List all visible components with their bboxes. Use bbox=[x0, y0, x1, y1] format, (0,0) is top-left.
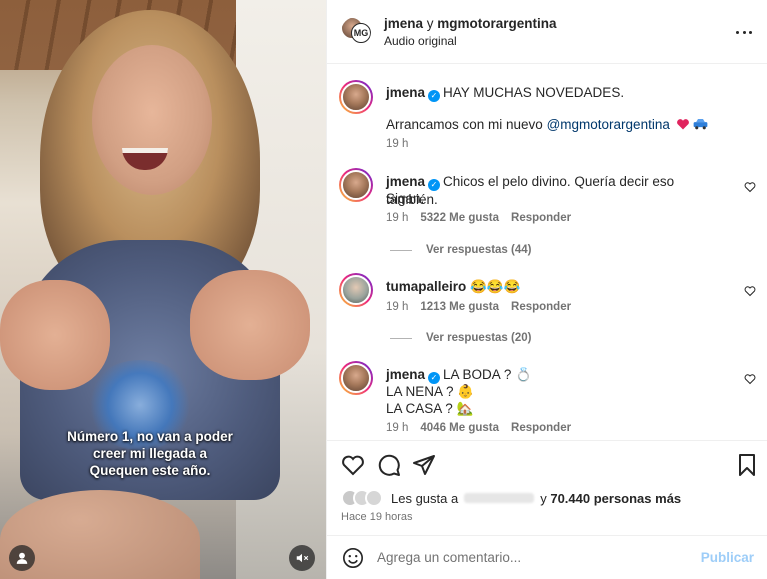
heart-icon[interactable] bbox=[744, 181, 756, 193]
post-author-avatar[interactable] bbox=[339, 80, 373, 114]
comment-text-line3: LA CASA ? 🏡 bbox=[386, 401, 474, 416]
post-line2-prefix: Arrancamos con mi nuevo bbox=[386, 117, 547, 132]
header-usernames: jmena y mgmotorargentina bbox=[384, 16, 557, 31]
posted-time: Hace 19 horas bbox=[341, 511, 413, 523]
action-bar bbox=[327, 440, 767, 480]
comment-text: Chicos el pelo divino. Quería decir eso … bbox=[386, 174, 675, 207]
header-avatar[interactable]: MG bbox=[341, 17, 371, 47]
comment-meta: 19 h 1213 Me gusta Responder bbox=[386, 301, 583, 313]
header-user1[interactable]: jmena bbox=[384, 16, 423, 31]
view-replies-label: Ver respuestas (20) bbox=[426, 332, 532, 344]
more-options-button[interactable] bbox=[736, 24, 752, 40]
post-line1: HAY MUCHAS NOVEDADES. bbox=[443, 85, 625, 100]
comment-text-line2: LA NENA ? 👶 bbox=[386, 384, 475, 399]
post-caption: jmena ✓ HAY MUCHAS NOVEDADES. bbox=[386, 84, 624, 102]
comments-list[interactable]: jmena ✓ HAY MUCHAS NOVEDADES. Arrancamos c… bbox=[327, 64, 767, 440]
emoji-icon[interactable] bbox=[342, 547, 364, 569]
post-details-panel: MG jmena y mgmotorargentina Audio origin… bbox=[326, 0, 767, 579]
comment-likes[interactable]: 1213 Me gusta bbox=[420, 301, 499, 313]
comment-text: LA BODA ? 💍 bbox=[443, 367, 532, 382]
likers-avatars bbox=[341, 489, 383, 507]
red-heart-emoji bbox=[676, 119, 689, 130]
reply-button[interactable]: Responder bbox=[511, 212, 571, 224]
likes-count[interactable]: 70.440 personas más bbox=[550, 491, 681, 506]
audio-link[interactable]: Audio original bbox=[384, 34, 457, 48]
view-replies-button[interactable]: Ver respuestas (20) bbox=[390, 332, 531, 344]
header-joiner: y bbox=[423, 16, 438, 31]
verified-icon: ✓ bbox=[428, 90, 441, 102]
comment-meta: 19 h 5322 Me gusta Responder bbox=[386, 212, 583, 224]
comment-avatar[interactable] bbox=[339, 273, 373, 307]
comment-body: tumapalleiro 😂😂😂 bbox=[386, 278, 520, 295]
comment-avatar[interactable] bbox=[339, 168, 373, 202]
comment-time: 19 h bbox=[386, 212, 409, 224]
likes-summary[interactable]: Les gusta a y 70.440 personas más bbox=[341, 489, 681, 507]
mute-button[interactable] bbox=[289, 545, 315, 571]
user-icon bbox=[16, 552, 28, 564]
post-mention-link[interactable]: @mgmotorargentina bbox=[547, 117, 670, 132]
post-username[interactable]: jmena bbox=[386, 85, 425, 100]
post-time: 19 h bbox=[386, 138, 409, 150]
mute-icon bbox=[296, 553, 309, 563]
comment-likes[interactable]: 5322 Me gusta bbox=[420, 212, 499, 224]
person-face bbox=[92, 45, 212, 195]
person-left-hand bbox=[0, 280, 110, 390]
comment-text: 😂😂😂 bbox=[470, 279, 521, 294]
person-right-hand bbox=[190, 270, 310, 380]
likes-suffix: y bbox=[540, 490, 547, 506]
view-replies-label: Ver respuestas (44) bbox=[426, 244, 532, 256]
comment-avatar[interactable] bbox=[339, 361, 373, 395]
comment-time: 19 h bbox=[386, 422, 409, 434]
blurred-username bbox=[464, 493, 535, 503]
video-caption: Número 1, no van a poder creer mi llegad… bbox=[67, 429, 233, 478]
view-replies-button[interactable]: Ver respuestas (44) bbox=[390, 244, 531, 256]
reply-button[interactable]: Responder bbox=[511, 422, 571, 434]
post-header: MG jmena y mgmotorargentina Audio origin… bbox=[327, 0, 767, 64]
comment-meta: 19 h 4046 Me gusta Responder bbox=[386, 422, 583, 434]
comment-likes[interactable]: 4046 Me gusta bbox=[420, 422, 499, 434]
comment-body: jmena ✓ Chicos el pelo divino. Quería deci… bbox=[386, 173, 716, 208]
publish-button[interactable]: Publicar bbox=[701, 550, 754, 565]
comment-input[interactable]: Agrega un comentario... bbox=[377, 550, 521, 565]
heart-icon[interactable] bbox=[744, 373, 756, 385]
comment-icon[interactable] bbox=[377, 453, 401, 477]
heart-icon[interactable] bbox=[744, 285, 756, 297]
heart-icon[interactable] bbox=[341, 453, 365, 477]
comment-composer: Agrega un comentario... Publicar bbox=[327, 535, 767, 579]
comment-time: 19 h bbox=[386, 301, 409, 313]
tagged-users-button[interactable] bbox=[9, 545, 35, 571]
verified-icon: ✓ bbox=[428, 179, 441, 191]
comment-body: jmena ✓ LA BODA ? 💍 bbox=[386, 366, 532, 384]
post-line2: Arrancamos con mi nuevo @mgmotorargentin… bbox=[386, 116, 708, 133]
more-icon bbox=[736, 30, 739, 34]
share-icon[interactable] bbox=[412, 453, 436, 477]
header-user2[interactable]: mgmotorargentina bbox=[437, 16, 556, 31]
comment-username[interactable]: jmena bbox=[386, 367, 425, 382]
bookmark-icon[interactable] bbox=[735, 453, 759, 477]
comment-text-line2: Sigan. bbox=[386, 191, 425, 206]
blue-car-emoji bbox=[694, 119, 708, 130]
comment-username[interactable]: jmena bbox=[386, 174, 425, 189]
reel-video[interactable]: Número 1, no van a poder creer mi llegad… bbox=[0, 0, 326, 579]
likes-prefix: Les gusta a bbox=[391, 490, 459, 506]
reply-button[interactable]: Responder bbox=[511, 301, 571, 313]
comment-username[interactable]: tumapalleiro bbox=[386, 279, 466, 294]
